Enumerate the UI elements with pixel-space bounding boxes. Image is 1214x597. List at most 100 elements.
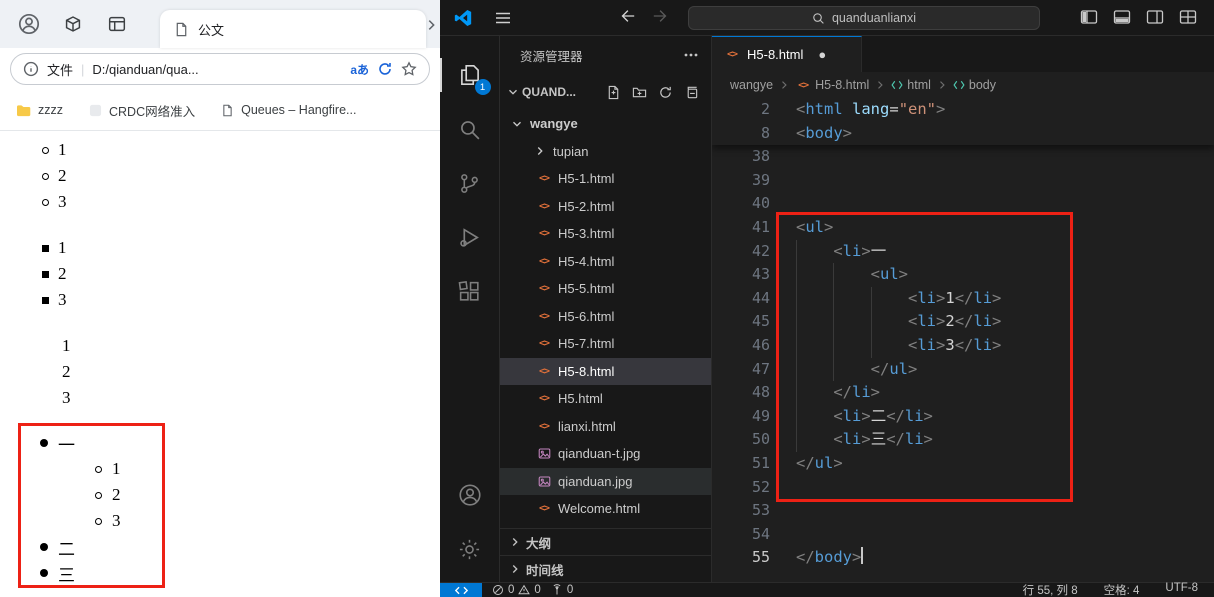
- editor-tab-h5-8[interactable]: <> H5-8.html ●: [712, 36, 862, 72]
- breadcrumb-folder[interactable]: wangye: [730, 78, 773, 92]
- tree-item-h5-3.html[interactable]: <> H5-3.html: [500, 220, 711, 248]
- code-line-2[interactable]: 2 <html lang="en">: [712, 98, 1214, 122]
- tree-item-tupian[interactable]: tupian: [500, 138, 711, 166]
- tab-actions-icon[interactable]: [102, 9, 132, 39]
- code-line-55[interactable]: 55 </body>: [712, 546, 1214, 570]
- code-line-46[interactable]: 46 <li>3</li>: [712, 334, 1214, 358]
- code-line-49[interactable]: 49 <li>二</li>: [712, 405, 1214, 429]
- code-line-48[interactable]: 48 </li>: [712, 381, 1214, 405]
- customize-layout-icon[interactable]: [1178, 7, 1198, 27]
- code-line-43[interactable]: 43 <ul>: [712, 263, 1214, 287]
- tree-item-h5-4.html[interactable]: <> H5-4.html: [500, 248, 711, 276]
- toggle-sidebar-icon[interactable]: [1079, 7, 1099, 27]
- account-icon[interactable]: [440, 468, 500, 522]
- code-line-51[interactable]: 51 </ul>: [712, 452, 1214, 476]
- list-item: 一: [0, 430, 440, 456]
- chevron-right-icon: [508, 562, 522, 576]
- tree-item-qianduan-t.jpg[interactable]: qianduan-t.jpg: [500, 440, 711, 468]
- toggle-panel-icon[interactable]: [1112, 7, 1132, 27]
- code-line-41[interactable]: 41 <ul>: [712, 216, 1214, 240]
- settings-gear-icon[interactable]: [440, 522, 500, 576]
- cursor-position-indicator[interactable]: 行 55, 列 8: [1023, 582, 1078, 597]
- code-text: <ul>: [870, 265, 909, 284]
- code-line-44[interactable]: 44 <li>1</li>: [712, 287, 1214, 311]
- url-text[interactable]: D:/qianduan/qua...: [92, 62, 198, 77]
- code-line-38[interactable]: 38: [712, 145, 1214, 169]
- code-line-54[interactable]: 54: [712, 523, 1214, 547]
- search-sidebar-icon[interactable]: [440, 102, 500, 156]
- extensions-icon[interactable]: [440, 264, 500, 318]
- favorite-star-icon[interactable]: [401, 61, 417, 77]
- encoding-indicator[interactable]: UTF-8: [1165, 582, 1198, 597]
- problems-indicator[interactable]: 0 0: [492, 584, 541, 596]
- code-text: <body>: [796, 123, 853, 142]
- list-item-text: 1: [62, 336, 71, 355]
- bookmark-item[interactable]: CRDC网络准入: [89, 101, 195, 120]
- refresh-icon[interactable]: [377, 61, 393, 77]
- bookmark-folder[interactable]: zzzz: [16, 103, 63, 117]
- breadcrumb-symbol-html[interactable]: html: [891, 78, 931, 92]
- tree-item-h5-6.html[interactable]: <> H5-6.html: [500, 303, 711, 331]
- vscode-main: 1 资源管理器 QUAND... wangye tupian <> H5-1.h…: [439, 36, 1214, 582]
- breadcrumb-symbol-body[interactable]: body: [953, 78, 996, 92]
- new-folder-icon[interactable]: [632, 85, 647, 100]
- back-arrow-icon[interactable]: [618, 7, 636, 25]
- tree-item-h5-7.html[interactable]: <> H5-7.html: [500, 330, 711, 358]
- run-and-debug-icon[interactable]: [440, 210, 500, 264]
- tree-item-h5-2.html[interactable]: <> H5-2.html: [500, 193, 711, 221]
- code-line-39[interactable]: 39: [712, 169, 1214, 193]
- address-bar[interactable]: 文件 | D:/qianduan/qua... aあ: [10, 53, 430, 85]
- indentation-indicator[interactable]: 空格: 4: [1104, 582, 1140, 597]
- line-number: 2: [760, 100, 770, 118]
- status-right: 行 55, 列 8 空格: 4 UTF-8: [1023, 582, 1214, 597]
- tree-item-qianduan.jpg[interactable]: qianduan.jpg: [500, 467, 711, 495]
- more-actions-icon[interactable]: [683, 47, 699, 63]
- code-line-52[interactable]: 52: [712, 476, 1214, 500]
- html-file-icon: <>: [538, 338, 550, 350]
- profile-avatar-icon[interactable]: [14, 9, 44, 39]
- line-number: 38: [751, 147, 770, 166]
- tree-item-h5-1.html[interactable]: <> H5-1.html: [500, 165, 711, 193]
- ports-count: 0: [566, 584, 574, 596]
- collapse-all-icon[interactable]: [684, 85, 699, 100]
- code-line-8[interactable]: 8 <body>: [712, 122, 1214, 146]
- source-control-icon[interactable]: [440, 156, 500, 210]
- forward-arrow-icon[interactable]: [652, 7, 670, 25]
- workspaces-icon[interactable]: [58, 9, 88, 39]
- tree-item-h5-8.html[interactable]: <> H5-8.html: [500, 357, 711, 385]
- tab-scroll-chevron-icon[interactable]: [424, 18, 438, 32]
- tree-item-wangye[interactable]: wangye: [500, 110, 711, 138]
- bookmark-item[interactable]: Queues – Hangfire...: [221, 103, 356, 117]
- workspace-section-header[interactable]: QUAND...: [500, 74, 711, 110]
- breadcrumb-file[interactable]: <> H5-8.html: [795, 78, 869, 92]
- chevron-right-icon: [533, 144, 547, 158]
- modified-dot-icon[interactable]: ●: [818, 47, 826, 62]
- menu-icon[interactable]: [494, 9, 512, 27]
- toggle-secondary-sidebar-icon[interactable]: [1145, 7, 1165, 27]
- new-file-icon[interactable]: [606, 85, 621, 100]
- code-editor[interactable]: 2 <html lang="en"> 8 <body> 38 39 40 41 <ul> 42 …: [712, 98, 1214, 582]
- tree-item-welcome.html[interactable]: <> Welcome.html: [500, 495, 711, 523]
- tree-item-h5.html[interactable]: <> H5.html: [500, 385, 711, 413]
- timeline-section[interactable]: 时间线: [500, 555, 711, 582]
- browser-tab-strip: 公文: [0, 0, 440, 48]
- outline-section[interactable]: 大纲: [500, 528, 711, 555]
- code-line-50[interactable]: 50 <li>三</li>: [712, 428, 1214, 452]
- remote-indicator[interactable]: [440, 583, 482, 597]
- browser-tab[interactable]: 公文: [160, 10, 426, 48]
- explorer-icon[interactable]: 1: [439, 48, 500, 102]
- html-file-icon: <>: [726, 49, 738, 60]
- code-line-53[interactable]: 53: [712, 499, 1214, 523]
- page-info-icon[interactable]: [23, 61, 39, 77]
- code-line-42[interactable]: 42 <li>一: [712, 240, 1214, 264]
- code-line-47[interactable]: 47 </ul>: [712, 358, 1214, 382]
- ports-indicator[interactable]: 0: [551, 584, 573, 596]
- html-file-icon: <>: [538, 255, 550, 267]
- command-center-search[interactable]: quanduanlianxi: [688, 6, 1040, 30]
- tree-item-lianxi.html[interactable]: <> lianxi.html: [500, 413, 711, 441]
- tree-item-h5-5.html[interactable]: <> H5-5.html: [500, 275, 711, 303]
- code-line-40[interactable]: 40: [712, 192, 1214, 216]
- refresh-explorer-icon[interactable]: [658, 85, 673, 100]
- translate-icon[interactable]: aあ: [350, 61, 369, 78]
- code-line-45[interactable]: 45 <li>2</li>: [712, 310, 1214, 334]
